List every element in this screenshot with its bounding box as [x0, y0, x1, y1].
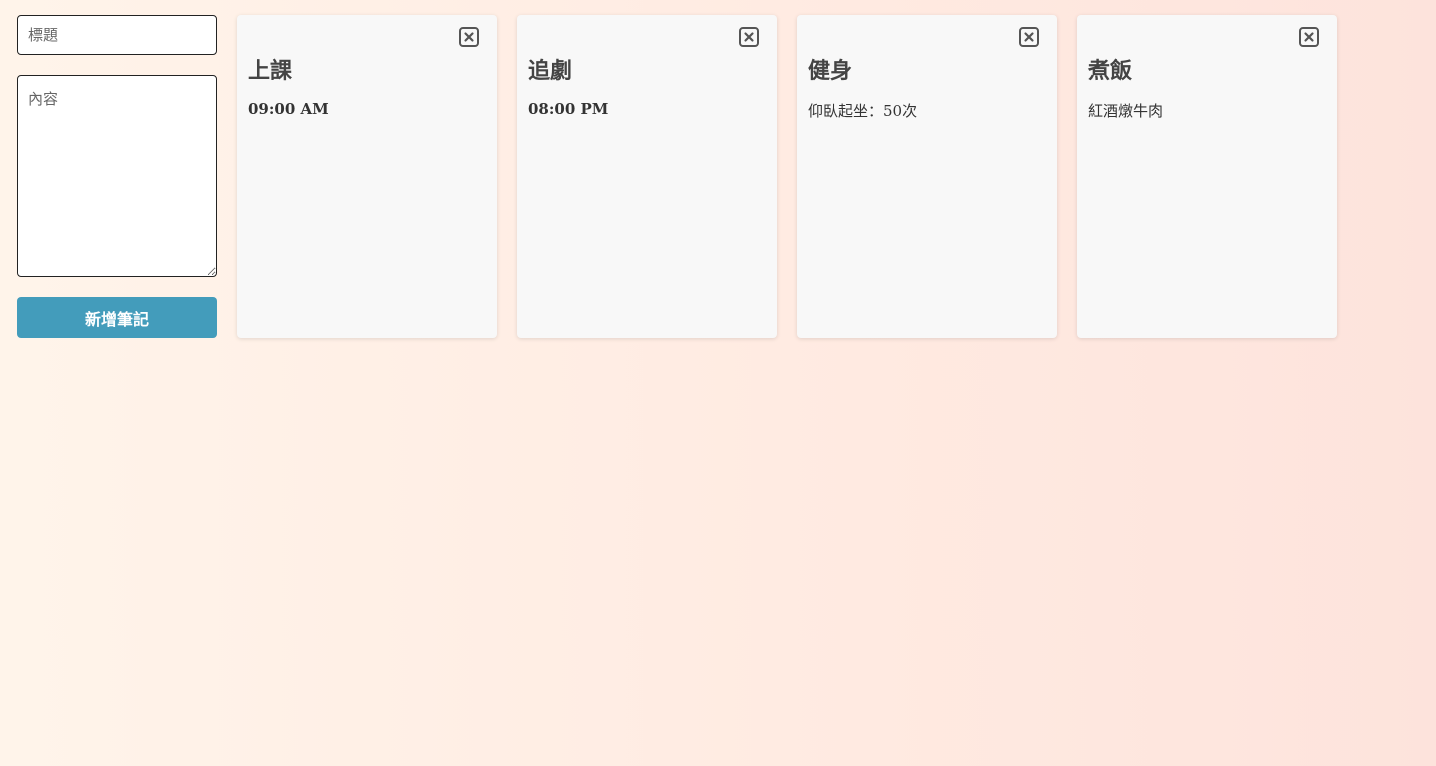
- note-form: 新增筆記: [17, 15, 217, 338]
- note-card: 煮飯 紅酒燉牛肉: [1077, 15, 1337, 338]
- notes-list: 上課 09:00 AM 追劇 08:00 PM 健身 仰臥起坐：50次 煮飯 紅…: [237, 15, 1357, 338]
- add-note-button[interactable]: 新增筆記: [17, 297, 217, 338]
- close-icon[interactable]: [739, 27, 759, 47]
- note-body: 08:00 PM: [528, 100, 609, 118]
- notes-app: 新增筆記 上課 09:00 AM 追劇 08:00 PM 健身 仰臥起坐：50次: [17, 15, 1357, 338]
- note-card: 健身 仰臥起坐：50次: [797, 15, 1057, 338]
- note-title: 煮飯: [1088, 59, 1133, 84]
- note-card: 上課 09:00 AM: [237, 15, 497, 338]
- note-card: 追劇 08:00 PM: [517, 15, 777, 338]
- note-body: 紅酒燉牛肉: [1088, 102, 1164, 120]
- close-icon[interactable]: [459, 27, 479, 47]
- note-body: 仰臥起坐：50次: [808, 102, 918, 120]
- note-title: 健身: [808, 59, 853, 84]
- note-body: 09:00 AM: [248, 100, 329, 118]
- note-title: 上課: [248, 59, 293, 84]
- note-title: 追劇: [528, 59, 573, 84]
- content-textarea[interactable]: [17, 75, 217, 277]
- title-input[interactable]: [17, 15, 217, 55]
- close-icon[interactable]: [1299, 27, 1319, 47]
- close-icon[interactable]: [1019, 27, 1039, 47]
